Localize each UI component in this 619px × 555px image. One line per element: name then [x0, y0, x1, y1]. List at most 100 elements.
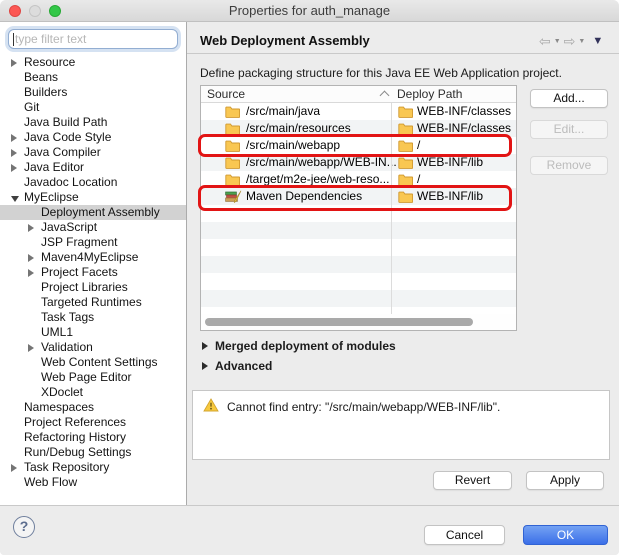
chevron-down-icon[interactable] — [11, 196, 19, 202]
chevron-right-icon[interactable] — [28, 224, 34, 232]
forward-icon[interactable]: ⇨ — [564, 34, 576, 48]
sidebar-item-refactoring-history[interactable]: Refactoring History — [0, 430, 186, 445]
sidebar-item-javascript[interactable]: JavaScript — [0, 220, 186, 235]
sidebar: ResourceBeansBuildersGitJava Build PathJ… — [0, 22, 187, 505]
table-row[interactable]: /src/main/resourcesWEB-INF/classes — [201, 120, 516, 137]
sidebar-item-task-tags[interactable]: Task Tags — [0, 310, 186, 325]
table-row[interactable]: /target/m2e-jee/web-reso.../ — [201, 171, 516, 188]
section-advanced[interactable]: Advanced — [202, 359, 272, 373]
horizontal-scrollbar[interactable] — [201, 314, 516, 330]
sidebar-item-label: Deployment Assembly — [41, 205, 160, 219]
sidebar-item-web-flow[interactable]: Web Flow — [0, 475, 186, 490]
sidebar-item-label: Resource — [24, 55, 75, 69]
sidebar-item-label: Project References — [24, 415, 126, 429]
sidebar-item-javadoc-location[interactable]: Javadoc Location — [0, 175, 186, 190]
sidebar-item-label: Project Facets — [41, 265, 118, 279]
sidebar-item-project-libraries[interactable]: Project Libraries — [0, 280, 186, 295]
section-merged-deployment[interactable]: Merged deployment of modules — [202, 339, 396, 353]
sidebar-item-validation[interactable]: Validation — [0, 340, 186, 355]
sidebar-item-task-repository[interactable]: Task Repository — [0, 460, 186, 475]
add-button[interactable]: Add... — [530, 89, 608, 108]
sidebar-item-web-page-editor[interactable]: Web Page Editor — [0, 370, 186, 385]
zoom-button[interactable] — [49, 5, 61, 17]
sidebar-item-maven4myeclipse[interactable]: Maven4MyEclipse — [0, 250, 186, 265]
back-icon[interactable]: ⇦ — [539, 34, 551, 48]
folder-icon — [225, 105, 240, 118]
minimize-button[interactable] — [29, 5, 41, 17]
column-header-deploy-path[interactable]: Deploy Path — [397, 87, 462, 101]
chevron-right-icon[interactable] — [28, 344, 34, 352]
view-menu-icon[interactable]: ▼ — [592, 36, 603, 47]
cancel-button[interactable]: Cancel — [424, 525, 505, 545]
sidebar-item-label: Maven4MyEclipse — [41, 250, 138, 264]
sidebar-item-java-compiler[interactable]: Java Compiler — [0, 145, 186, 160]
folder-icon — [398, 139, 413, 152]
sidebar-item-targeted-runtimes[interactable]: Targeted Runtimes — [0, 295, 186, 310]
folder-icon — [398, 122, 413, 135]
sidebar-item-project-facets[interactable]: Project Facets — [0, 265, 186, 280]
source-cell: Maven Dependencies — [246, 189, 362, 203]
sidebar-item-myeclipse[interactable]: MyEclipse — [0, 190, 186, 205]
sidebar-item-java-code-style[interactable]: Java Code Style — [0, 130, 186, 145]
horizontal-scrollbar-thumb[interactable] — [205, 318, 473, 326]
sidebar-item-uml1[interactable]: UML1 — [0, 325, 186, 340]
sidebar-item-deployment-assembly[interactable]: Deployment Assembly — [0, 205, 186, 220]
sidebar-item-jsp-fragment[interactable]: JSP Fragment — [0, 235, 186, 250]
table-body: /src/main/javaWEB-INF/classes/src/main/r… — [201, 103, 516, 315]
folder-icon — [398, 173, 413, 186]
sidebar-item-label: Web Flow — [24, 475, 77, 489]
sidebar-item-namespaces[interactable]: Namespaces — [0, 400, 186, 415]
chevron-right-icon[interactable] — [28, 254, 34, 262]
sidebar-item-label: Java Compiler — [24, 145, 101, 159]
sidebar-item-beans[interactable]: Beans — [0, 70, 186, 85]
column-divider — [391, 103, 392, 314]
sidebar-item-label: Java Code Style — [24, 130, 111, 144]
sidebar-item-label: JSP Fragment — [41, 235, 117, 249]
chevron-right-icon[interactable] — [11, 464, 17, 472]
table-row[interactable]: /src/main/webapp/ — [201, 137, 516, 154]
sidebar-item-builders[interactable]: Builders — [0, 85, 186, 100]
chevron-right-icon[interactable] — [11, 149, 17, 157]
folder-icon — [398, 190, 413, 203]
table-row-empty — [201, 256, 516, 273]
revert-button[interactable]: Revert — [433, 471, 512, 490]
sidebar-item-resource[interactable]: Resource — [0, 55, 186, 70]
text-caret-icon — [13, 33, 14, 46]
column-header-source[interactable]: Source — [207, 87, 245, 101]
properties-dialog: Properties for auth_manage ResourceBeans… — [0, 0, 619, 555]
ok-button[interactable]: OK — [523, 525, 608, 545]
sidebar-item-label: Beans — [24, 70, 58, 84]
source-cell: /src/main/webapp — [246, 138, 340, 152]
close-button[interactable] — [9, 5, 21, 17]
back-dropdown-icon[interactable]: ▼ — [554, 38, 561, 45]
forward-dropdown-icon[interactable]: ▼ — [578, 38, 585, 45]
sidebar-item-label: MyEclipse — [24, 190, 79, 204]
sidebar-item-run-debug-settings[interactable]: Run/Debug Settings — [0, 445, 186, 460]
filter-input[interactable] — [8, 29, 178, 49]
sidebar-item-label: Web Page Editor — [41, 370, 132, 384]
sidebar-item-project-references[interactable]: Project References — [0, 415, 186, 430]
table-row-empty — [201, 239, 516, 256]
section-label: Advanced — [215, 359, 272, 373]
remove-button[interactable]: Remove — [530, 156, 608, 175]
chevron-right-icon[interactable] — [11, 59, 17, 67]
sidebar-item-label: Java Editor — [24, 160, 84, 174]
sidebar-item-git[interactable]: Git — [0, 100, 186, 115]
sidebar-item-java-build-path[interactable]: Java Build Path — [0, 115, 186, 130]
chevron-right-icon[interactable] — [28, 269, 34, 277]
source-cell: /target/m2e-jee/web-reso... — [246, 172, 389, 186]
edit-button[interactable]: Edit... — [530, 120, 608, 139]
apply-button[interactable]: Apply — [526, 471, 604, 490]
table-row[interactable]: /src/main/webapp/WEB-IN...WEB-INF/lib — [201, 154, 516, 171]
sidebar-item-web-content-settings[interactable]: Web Content Settings — [0, 355, 186, 370]
sidebar-item-label: Run/Debug Settings — [24, 445, 131, 459]
sidebar-item-java-editor[interactable]: Java Editor — [0, 160, 186, 175]
library-icon — [225, 190, 242, 203]
sidebar-item-xdoclet[interactable]: XDoclet — [0, 385, 186, 400]
chevron-right-icon[interactable] — [11, 164, 17, 172]
help-button[interactable]: ? — [13, 516, 35, 538]
preferences-tree: ResourceBeansBuildersGitJava Build PathJ… — [0, 55, 186, 490]
chevron-right-icon[interactable] — [11, 134, 17, 142]
table-row[interactable]: Maven DependenciesWEB-INF/lib — [201, 188, 516, 205]
table-row[interactable]: /src/main/javaWEB-INF/classes — [201, 103, 516, 120]
